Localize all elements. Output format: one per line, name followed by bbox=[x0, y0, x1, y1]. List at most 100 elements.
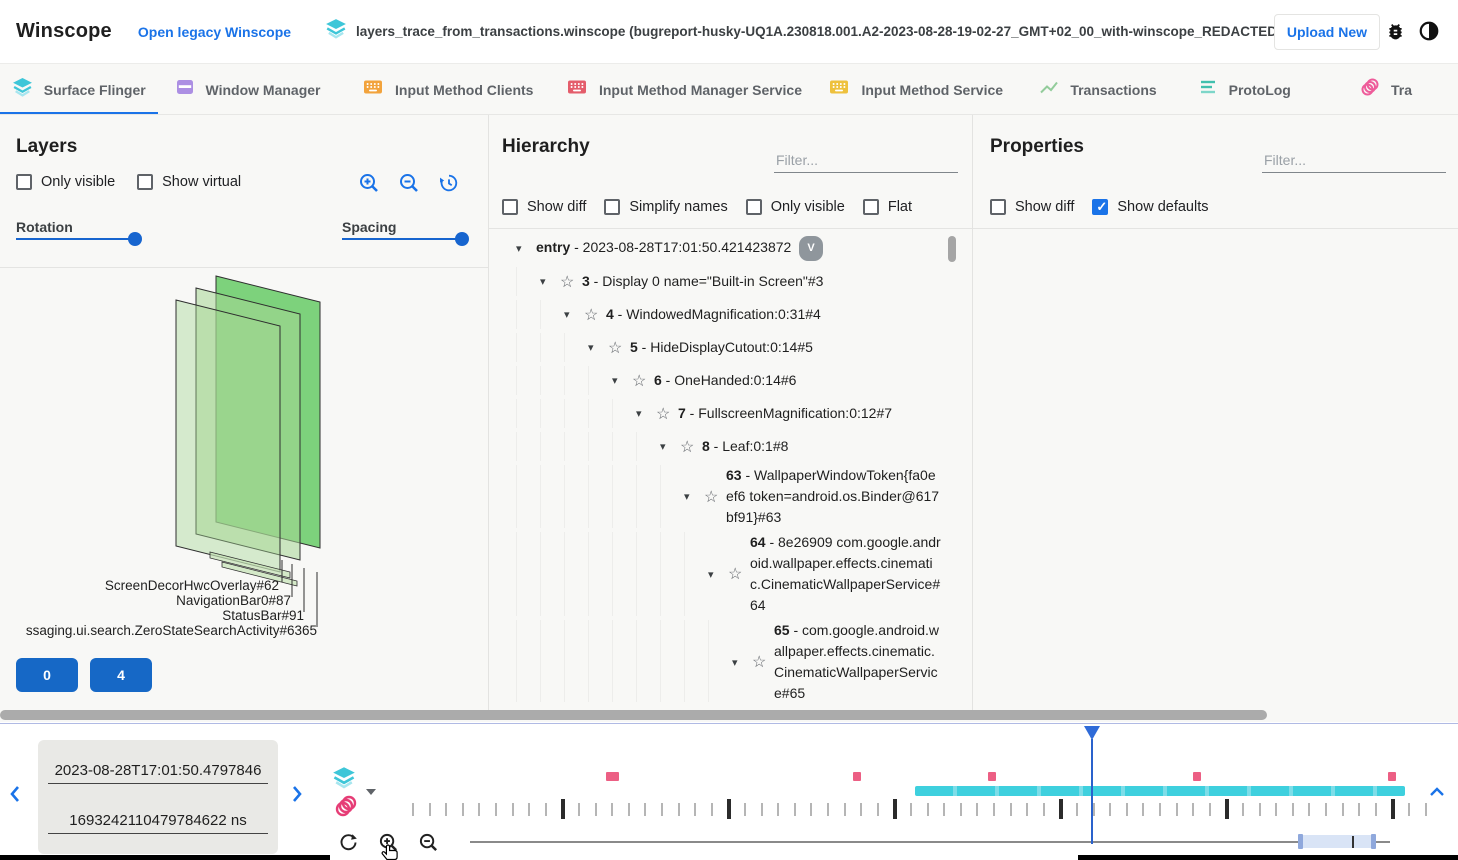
transition-marker[interactable] bbox=[1388, 772, 1396, 781]
layers-3d-scene[interactable]: ScreenDecorHwcOverlay#62 NavigationBar0#… bbox=[0, 268, 488, 646]
tab-input-method-clients[interactable]: Input Method Clients bbox=[338, 64, 559, 115]
tab-input-method-service[interactable]: Input Method Service bbox=[810, 64, 1022, 115]
ruler-tick-major bbox=[561, 799, 565, 819]
pin-star-icon[interactable]: ☆ bbox=[680, 437, 702, 457]
tree-node-entry[interactable]: ▾entry - 2023-08-28T17:01:50.421423872V bbox=[502, 232, 948, 265]
transitions-trace-toggle[interactable] bbox=[334, 794, 358, 821]
collapse-arrow-icon[interactable]: ▾ bbox=[564, 308, 584, 321]
reset-view-button[interactable] bbox=[438, 172, 460, 197]
report-bug-button[interactable] bbox=[1385, 21, 1406, 45]
transition-marker[interactable] bbox=[988, 772, 996, 781]
pin-star-icon[interactable]: ☆ bbox=[728, 564, 750, 584]
timeline-horizontal-scrollbar[interactable] bbox=[0, 710, 1267, 720]
trace-dropdown-caret-icon[interactable] bbox=[366, 789, 376, 795]
spacing-slider-thumb[interactable] bbox=[455, 232, 469, 246]
tab-input-method-manager-service[interactable]: Input Method Manager Service bbox=[558, 64, 810, 115]
zoom-out-button[interactable] bbox=[398, 172, 420, 197]
pin-star-icon[interactable]: ☆ bbox=[656, 404, 678, 424]
prev-entry-button[interactable] bbox=[8, 784, 22, 807]
checkbox-unchecked[interactable] bbox=[863, 199, 879, 215]
keyboard-icon bbox=[362, 77, 384, 102]
pin-star-icon[interactable]: ☆ bbox=[632, 371, 654, 391]
hierarchy-filter-input[interactable] bbox=[774, 148, 958, 173]
hierarchy-checkbox-flat[interactable]: Flat bbox=[863, 199, 912, 215]
checkbox-unchecked[interactable] bbox=[746, 199, 762, 215]
ruler-tick bbox=[1425, 803, 1427, 816]
rotation-slider[interactable] bbox=[16, 232, 140, 246]
checkbox-unchecked[interactable] bbox=[16, 174, 32, 190]
tree-node-4[interactable]: ▾☆4 - WindowedMagnification:0:31#4 bbox=[502, 298, 948, 331]
rotation-slider-thumb[interactable] bbox=[128, 232, 142, 246]
display-id-button-4[interactable]: 4 bbox=[90, 658, 152, 692]
tab-window-manager[interactable]: Window Manager bbox=[158, 64, 338, 115]
collapse-arrow-icon[interactable]: ▾ bbox=[660, 440, 680, 453]
tree-node-text: 7 - FullscreenMagnification:0:12#7 bbox=[678, 403, 942, 424]
theme-toggle-button[interactable] bbox=[1418, 20, 1440, 45]
transition-marker[interactable] bbox=[606, 772, 619, 781]
timeline-cursor-handle[interactable] bbox=[1084, 726, 1100, 740]
tab-surface-flinger[interactable]: Surface Flinger bbox=[0, 64, 158, 115]
tree-node-6[interactable]: ▾☆6 - OneHanded:0:14#6 bbox=[502, 364, 948, 397]
zoom-range-line[interactable] bbox=[470, 841, 1390, 843]
zoom-in-button[interactable] bbox=[358, 172, 380, 197]
timeline-zoom-out-button[interactable] bbox=[418, 832, 439, 856]
tree-node-65[interactable]: ▾☆65 - com.google.android.wallpaper.effe… bbox=[502, 618, 948, 702]
collapse-arrow-icon[interactable]: ▾ bbox=[684, 490, 704, 503]
hierarchy-checkbox-only-visible[interactable]: Only visible bbox=[746, 199, 845, 215]
collapse-arrow-icon[interactable]: ▾ bbox=[636, 407, 656, 420]
zoom-range-handle-right[interactable] bbox=[1371, 834, 1376, 849]
bottom-edge-strip bbox=[1078, 855, 1458, 860]
tree-node-8[interactable]: ▾☆8 - Leaf:0:1#8 bbox=[502, 430, 948, 463]
collapse-arrow-icon[interactable]: ▾ bbox=[732, 656, 752, 669]
zoom-range-selection[interactable] bbox=[1300, 835, 1374, 848]
hierarchy-checkbox-simplify-names[interactable]: Simplify names bbox=[604, 199, 727, 215]
collapse-arrow-icon[interactable]: ▾ bbox=[516, 242, 536, 255]
layers-checkbox-only-visible[interactable]: Only visible bbox=[16, 174, 115, 190]
transition-marker[interactable] bbox=[1193, 772, 1201, 781]
pin-star-icon[interactable]: ☆ bbox=[608, 338, 630, 358]
tab-transactions[interactable]: Transactions bbox=[1022, 64, 1175, 115]
hierarchy-scrollbar[interactable] bbox=[948, 236, 956, 262]
layer-rect-front[interactable] bbox=[176, 300, 280, 572]
checkbox-unchecked[interactable] bbox=[990, 199, 1006, 215]
spacing-slider[interactable] bbox=[342, 232, 467, 246]
upload-new-button[interactable]: Upload New bbox=[1274, 14, 1380, 50]
open-legacy-link[interactable]: Open legacy Winscope bbox=[138, 24, 291, 40]
human-timestamp-input[interactable] bbox=[48, 758, 268, 784]
collapse-timeline-button[interactable] bbox=[1428, 786, 1446, 801]
tree-node-3[interactable]: ▾☆3 - Display 0 name="Built-in Screen"#3 bbox=[502, 265, 948, 298]
pin-star-icon[interactable]: ☆ bbox=[752, 652, 774, 672]
ns-timestamp-input[interactable] bbox=[48, 808, 268, 834]
timeline-reset-zoom-button[interactable] bbox=[338, 832, 359, 856]
trace-active-range-bar[interactable] bbox=[915, 786, 1405, 796]
tree-guide bbox=[660, 532, 684, 616]
hierarchy-checkbox-show-diff[interactable]: Show diff bbox=[502, 199, 586, 215]
tree-guide bbox=[516, 532, 540, 616]
display-id-button-0[interactable]: 0 bbox=[16, 658, 78, 692]
tree-node-63[interactable]: ▾☆63 - WallpaperWindowToken{fa0eef6 toke… bbox=[502, 463, 948, 530]
properties-checkbox-show-diff[interactable]: Show diff bbox=[990, 199, 1074, 215]
properties-filter-input[interactable] bbox=[1262, 148, 1446, 173]
checkbox-unchecked[interactable] bbox=[502, 199, 518, 215]
tree-node-64[interactable]: ▾☆64 - 8e26909 com.google.android.wallpa… bbox=[502, 530, 948, 618]
tree-node-5[interactable]: ▾☆5 - HideDisplayCutout:0:14#5 bbox=[502, 331, 948, 364]
pin-star-icon[interactable]: ☆ bbox=[584, 305, 606, 325]
next-entry-button[interactable] bbox=[290, 784, 304, 807]
zoom-range-handle-left[interactable] bbox=[1298, 834, 1303, 849]
tab-tra[interactable]: Tra bbox=[1314, 64, 1458, 115]
tree-node-7[interactable]: ▾☆7 - FullscreenMagnification:0:12#7 bbox=[502, 397, 948, 430]
tab-protolog[interactable]: ProtoLog bbox=[1175, 64, 1315, 115]
collapse-arrow-icon[interactable]: ▾ bbox=[588, 341, 608, 354]
pin-star-icon[interactable]: ☆ bbox=[560, 272, 582, 292]
layers-checkbox-show-virtual[interactable]: Show virtual bbox=[137, 174, 241, 190]
collapse-arrow-icon[interactable]: ▾ bbox=[540, 275, 560, 288]
collapse-arrow-icon[interactable]: ▾ bbox=[612, 374, 632, 387]
checkbox-unchecked[interactable] bbox=[137, 174, 153, 190]
pin-star-icon[interactable]: ☆ bbox=[704, 487, 726, 507]
transition-marker[interactable] bbox=[853, 772, 861, 781]
layers-trace-toggle[interactable] bbox=[332, 766, 356, 793]
collapse-arrow-icon[interactable]: ▾ bbox=[708, 568, 728, 581]
checkbox-unchecked[interactable] bbox=[604, 199, 620, 215]
checkbox-checked[interactable] bbox=[1092, 199, 1108, 215]
properties-checkbox-show-defaults[interactable]: Show defaults bbox=[1092, 199, 1208, 215]
